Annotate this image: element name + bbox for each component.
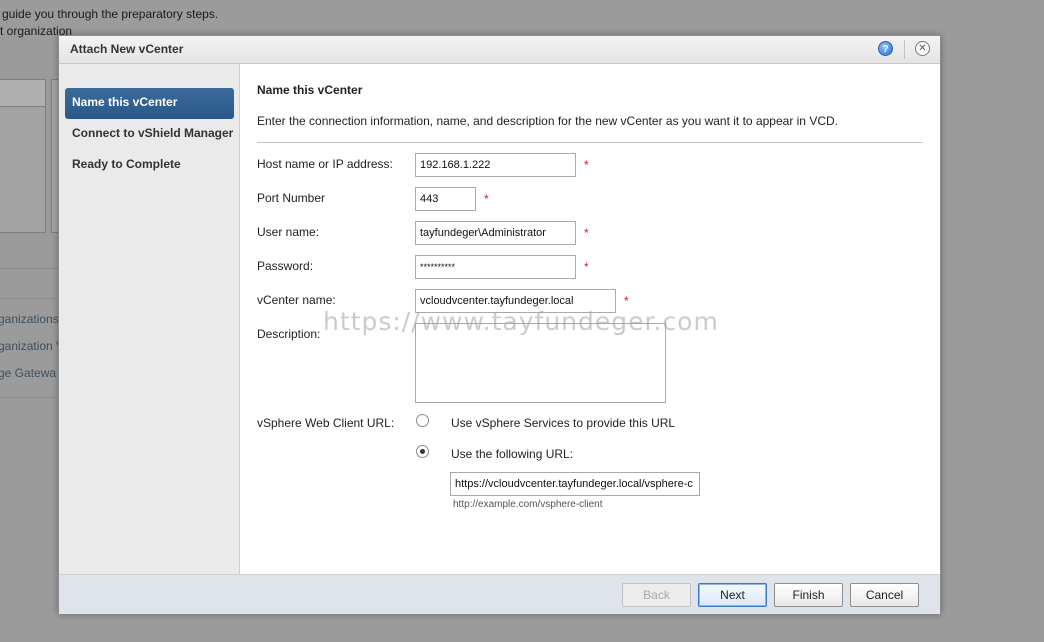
description-textarea[interactable] bbox=[415, 323, 666, 403]
description-label: Description: bbox=[257, 327, 321, 341]
attach-vcenter-dialog: Attach New vCenter ? ✕ Name this vCenter… bbox=[58, 35, 941, 614]
background-nav-item: ge Gatewa bbox=[0, 366, 57, 380]
dialog-footer: Back Next Finish Cancel bbox=[59, 574, 940, 614]
port-label: Port Number bbox=[257, 191, 326, 205]
web-client-url-hint: http://example.com/vsphere-client bbox=[453, 499, 603, 510]
close-icon[interactable]: ✕ bbox=[915, 41, 930, 56]
dialog-title: Attach New vCenter bbox=[70, 42, 184, 56]
dialog-titlebar[interactable]: Attach New vCenter ? ✕ bbox=[59, 36, 940, 64]
step-connect-vshield-manager[interactable]: Connect to vShield Manager bbox=[65, 119, 234, 150]
radio-use-following-url-label: Use the following URL: bbox=[451, 447, 574, 461]
host-input[interactable]: 192.168.1.222 bbox=[415, 153, 576, 177]
wizard-content: Name this vCenter Enter the connection i… bbox=[240, 64, 940, 574]
port-input[interactable]: 443 bbox=[415, 187, 476, 211]
titlebar-divider bbox=[904, 40, 905, 59]
section-description: Enter the connection information, name, … bbox=[257, 114, 838, 128]
vcenter-name-input[interactable]: vcloudvcenter.tayfundeger.local bbox=[415, 289, 616, 313]
required-marker: * bbox=[584, 158, 589, 172]
vcenter-name-label: vCenter name: bbox=[257, 293, 336, 307]
cancel-button[interactable]: Cancel bbox=[850, 583, 919, 607]
background-nav-item: ganizations bbox=[0, 312, 59, 326]
web-client-url-label: vSphere Web Client URL: bbox=[257, 416, 395, 430]
next-button[interactable]: Next bbox=[698, 583, 767, 607]
password-label: Password: bbox=[257, 259, 314, 273]
radio-use-vsphere-services[interactable] bbox=[416, 414, 429, 427]
password-input[interactable]: ********** bbox=[415, 255, 576, 279]
background-divider bbox=[0, 397, 58, 398]
step-ready-to-complete[interactable]: Ready to Complete bbox=[65, 150, 234, 181]
finish-button[interactable]: Finish bbox=[774, 583, 843, 607]
background-divider bbox=[0, 298, 58, 299]
required-marker: * bbox=[584, 226, 589, 240]
username-label: User name: bbox=[257, 225, 320, 239]
step-name-this-vcenter[interactable]: Name this vCenter bbox=[65, 88, 234, 119]
username-input[interactable]: tayfundeger\Administrator bbox=[415, 221, 576, 245]
required-marker: * bbox=[484, 192, 489, 206]
section-title: Name this vCenter bbox=[257, 83, 363, 97]
wizard-steps-nav: Name this vCenter Connect to vShield Man… bbox=[59, 64, 240, 574]
help-icon[interactable]: ? bbox=[878, 41, 893, 56]
background-nav-item: ganization V bbox=[0, 339, 65, 353]
background-divider bbox=[0, 268, 58, 269]
host-label: Host name or IP address: bbox=[257, 157, 393, 171]
background-intro-text: guide you through the preparatory steps. bbox=[2, 7, 219, 21]
required-marker: * bbox=[624, 294, 629, 308]
radio-use-vsphere-services-label: Use vSphere Services to provide this URL bbox=[451, 416, 676, 430]
section-divider bbox=[257, 142, 923, 143]
web-client-url-input[interactable]: https://vcloudvcenter.tayfundeger.local/… bbox=[450, 472, 700, 496]
background-panel-header bbox=[0, 79, 46, 107]
required-marker: * bbox=[584, 260, 589, 274]
back-button[interactable]: Back bbox=[622, 583, 691, 607]
radio-use-following-url[interactable] bbox=[416, 445, 429, 458]
